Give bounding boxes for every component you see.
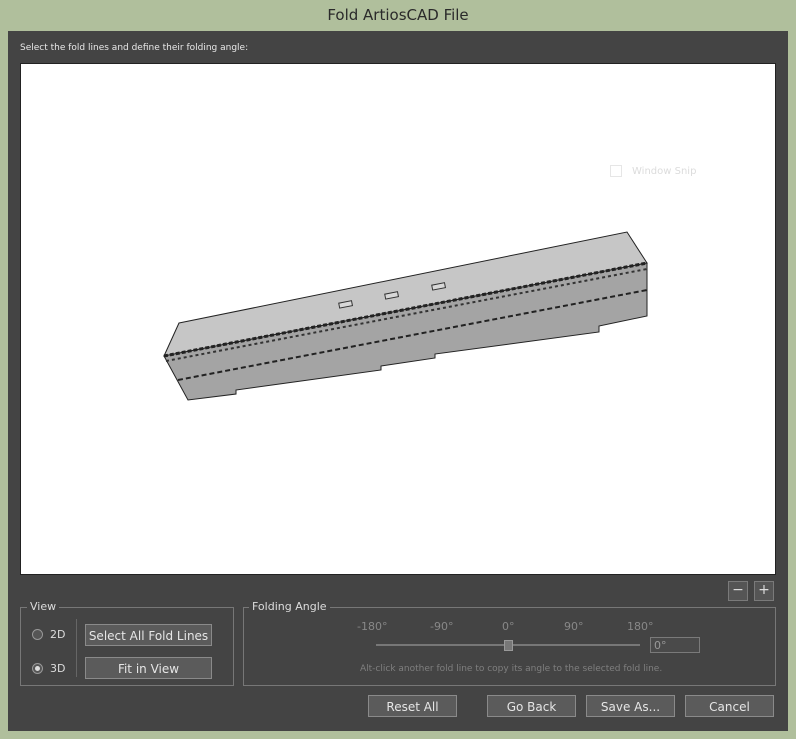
zoom-out-button[interactable]: −	[728, 581, 748, 601]
snip-icon	[610, 165, 622, 177]
radio-2d-circle[interactable]	[32, 629, 43, 640]
select-all-fold-lines-button[interactable]: Select All Fold Lines	[85, 624, 212, 646]
radio-3d-label: 3D	[50, 662, 66, 675]
radio-2d[interactable]: 2D	[32, 628, 65, 641]
tick-minus-180: -180°	[357, 620, 388, 633]
ghost-label: Window Snip	[632, 166, 697, 177]
fold-dialog-window: Fold ArtiosCAD File Select the fold line…	[0, 0, 796, 739]
reset-all-button[interactable]: Reset All	[368, 695, 457, 717]
save-as-button[interactable]: Save As...	[586, 695, 675, 717]
window-title: Fold ArtiosCAD File	[327, 6, 469, 24]
fit-in-view-button[interactable]: Fit in View	[85, 657, 212, 679]
view-divider	[76, 619, 77, 677]
radio-2d-label: 2D	[50, 628, 66, 641]
zoom-in-button[interactable]: +	[754, 581, 774, 601]
go-back-button[interactable]: Go Back	[487, 695, 576, 717]
3d-viewport[interactable]: Window Snip	[20, 63, 776, 575]
instruction-text: Select the fold lines and define their f…	[20, 43, 249, 53]
tick-180: 180°	[627, 620, 654, 633]
view-group-title: View	[27, 600, 60, 613]
dialog-client-area: Select the fold lines and define their f…	[8, 31, 788, 731]
cancel-button[interactable]: Cancel	[685, 695, 774, 717]
window-snip-ghost: Window Snip	[606, 162, 768, 182]
folded-box-model[interactable]	[21, 64, 775, 574]
tick-90: 90°	[564, 620, 584, 633]
folding-angle-title: Folding Angle	[249, 600, 330, 613]
tick-minus-90: -90°	[430, 620, 454, 633]
angle-input[interactable]: 0°	[650, 637, 700, 653]
angle-slider-thumb[interactable]	[504, 640, 513, 651]
radio-3d-circle[interactable]	[32, 663, 43, 674]
radio-3d[interactable]: 3D	[32, 662, 65, 675]
folding-hint: Alt-click another fold line to copy its …	[360, 664, 663, 674]
tick-0: 0°	[502, 620, 515, 633]
